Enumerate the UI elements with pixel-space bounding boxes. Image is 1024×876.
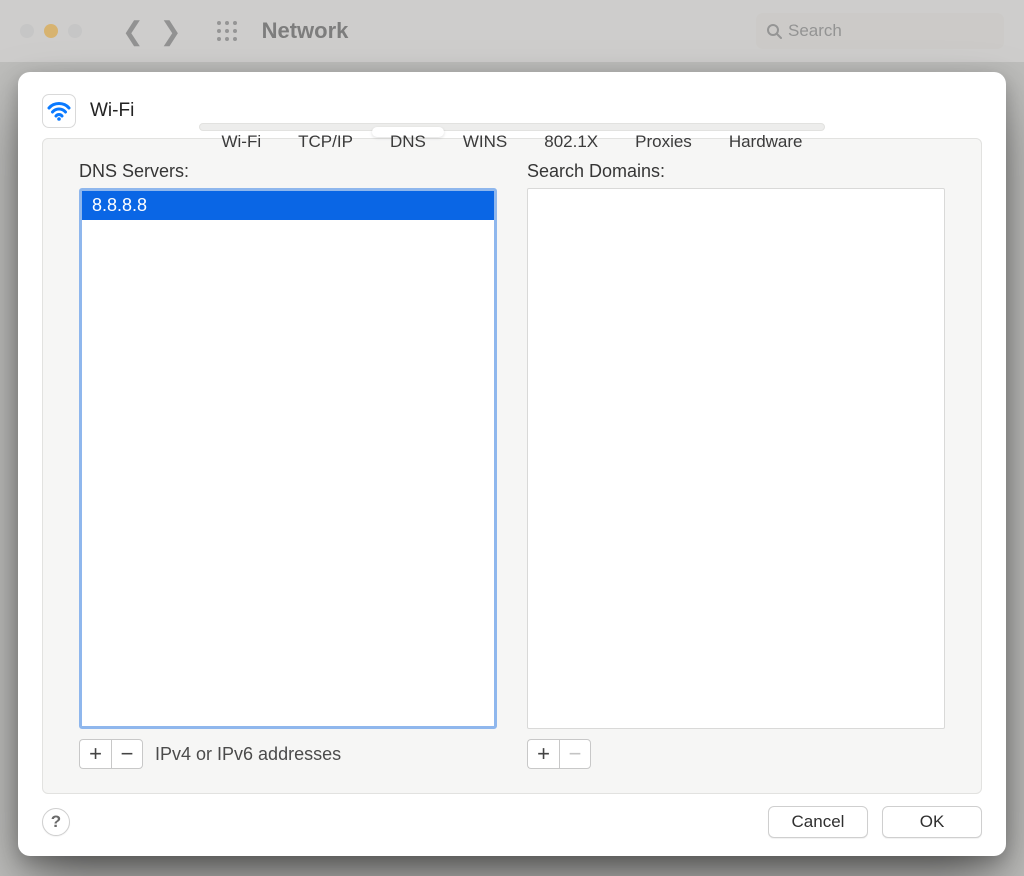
sheet-footer: ? Cancel OK [42,794,982,838]
network-advanced-sheet: Wi-Fi Wi-Fi TCP/IP DNS WINS 802.1X Proxi… [18,72,1006,856]
dns-servers-controls: + − IPv4 or IPv6 addresses [79,739,497,769]
dns-hint: IPv4 or IPv6 addresses [155,744,341,765]
parent-toolbar: ❮ ❯ Network Search [0,0,1024,62]
zoom-window-button[interactable] [68,24,82,38]
close-window-button[interactable] [20,24,34,38]
tab-8021x[interactable]: 802.1X [526,127,616,137]
remove-search-domain-button: − [559,739,591,769]
dns-servers-column: DNS Servers: 8.8.8.8 + − IPv4 or IPv6 ad… [79,161,497,769]
minimize-window-button[interactable] [44,24,58,38]
tab-dns[interactable]: DNS [372,127,444,137]
tab-proxies[interactable]: Proxies [617,127,710,137]
window-title: Network [262,18,349,44]
cancel-button[interactable]: Cancel [768,806,868,838]
add-search-domain-button[interactable]: + [527,739,559,769]
dns-panel: DNS Servers: 8.8.8.8 + − IPv4 or IPv6 ad… [43,139,981,769]
add-dns-server-button[interactable]: + [79,739,111,769]
window-controls [20,24,82,38]
tab-hardware[interactable]: Hardware [711,127,821,137]
ok-button[interactable]: OK [882,806,982,838]
search-placeholder: Search [788,21,842,41]
wifi-icon [42,94,76,128]
nav-arrows: ❮ ❯ [122,16,182,47]
search-domains-list[interactable] [527,188,945,729]
sheet-title: Wi-Fi [90,100,134,122]
back-button[interactable]: ❮ [122,16,144,47]
tab-wifi[interactable]: Wi-Fi [203,127,279,137]
remove-dns-server-button[interactable]: − [111,739,143,769]
tab-bar: Wi-Fi TCP/IP DNS WINS 802.1X Proxies Har… [199,123,824,131]
search-domains-label: Search Domains: [527,161,945,182]
forward-button[interactable]: ❯ [160,16,182,47]
tab-wins[interactable]: WINS [445,127,525,137]
dns-servers-list[interactable]: 8.8.8.8 [79,188,497,729]
search-field[interactable]: Search [756,13,1004,49]
search-domains-controls: + − [527,739,945,769]
show-all-icon[interactable] [216,20,238,42]
dns-server-entry[interactable]: 8.8.8.8 [82,191,494,220]
help-button[interactable]: ? [42,808,70,836]
tab-tcpip[interactable]: TCP/IP [280,127,371,137]
search-icon [766,23,782,39]
search-domains-column: Search Domains: + − [527,161,945,769]
content-panel: Wi-Fi TCP/IP DNS WINS 802.1X Proxies Har… [42,138,982,794]
dns-servers-label: DNS Servers: [79,161,497,182]
